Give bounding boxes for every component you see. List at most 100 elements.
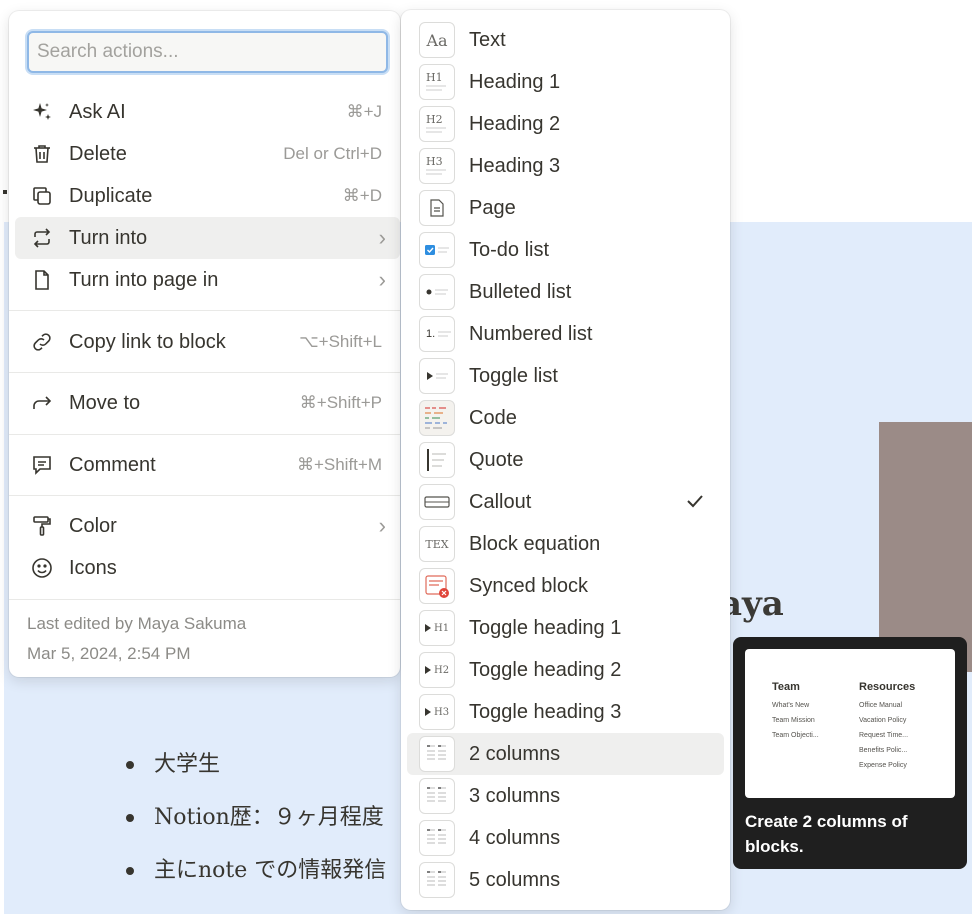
link-icon (27, 327, 57, 357)
smiley-icon (27, 553, 57, 583)
preview-item: Request Time... (859, 732, 909, 739)
columns-preview-tooltip: Team What's New Team Mission Team Object… (733, 637, 967, 869)
menu-divider (9, 372, 400, 373)
menu-item-label: Copy link to block (69, 330, 226, 353)
turn-into-heading-2[interactable]: H2 Heading 2 (407, 103, 724, 145)
turn-into-label: Toggle list (469, 364, 558, 387)
turn-into-submenu: Aa Text H1 Heading 1 H2 Heading 2 H3 Hea… (401, 10, 730, 910)
menu-item-duplicate[interactable]: Duplicate ⌘+D (15, 175, 400, 217)
preview-item: Office Manual (859, 702, 903, 709)
heading-thumb-text: H3 (426, 155, 443, 168)
turn-into-toggle-heading-2[interactable]: H2 Toggle heading 2 (407, 649, 724, 691)
turn-into-quote[interactable]: Quote (407, 439, 724, 481)
sparkle-icon (27, 97, 57, 127)
page-bullet-marker (3, 190, 7, 194)
turn-into-label: Callout (469, 490, 532, 513)
menu-item-comment[interactable]: Comment ⌘+Shift+M (15, 444, 400, 486)
menu-item-label: Color (69, 514, 117, 537)
turn-into-page[interactable]: Page (407, 187, 724, 229)
list-item[interactable]: Notion歴：９ヶ月程度 (124, 797, 386, 850)
tooltip-text: Create 2 columns of blocks. (745, 812, 908, 856)
profile-photo (879, 422, 972, 672)
menu-item-turn-into[interactable]: Turn into › (15, 217, 400, 259)
menu-item-label: Delete (69, 142, 127, 165)
turn-into-label: 5 columns (469, 868, 561, 891)
turn-into-icon (27, 223, 57, 253)
preview-item: Benefits Polic... (859, 747, 908, 754)
shortcut-hint: ⌘+Shift+P (299, 393, 382, 412)
turn-into-label: Quote (469, 448, 524, 471)
turn-into-bulleted-list[interactable]: Bulleted list (407, 271, 724, 313)
checkmark-icon (684, 490, 706, 517)
menu-item-ask-ai[interactable]: Ask AI ⌘+J (15, 91, 400, 133)
menu-item-color[interactable]: Color › (15, 505, 400, 547)
search-actions-field[interactable] (27, 31, 388, 73)
turn-into-label: To-do list (469, 238, 550, 261)
two-columns-thumb-icon (419, 736, 455, 772)
duplicate-icon (27, 181, 57, 211)
turn-into-label: Heading 1 (469, 70, 561, 93)
chevron-right-icon: › (378, 513, 386, 538)
list-item[interactable]: 大学生 (124, 744, 386, 797)
turn-into-label: Numbered list (469, 322, 593, 345)
preview-item: Expense Policy (859, 762, 907, 769)
heading-thumb-text: H1 (434, 622, 450, 634)
preview-item: Team Objecti... (772, 732, 819, 739)
turn-into-numbered-list[interactable]: 1. Numbered list (407, 313, 724, 355)
menu-item-move-to[interactable]: Move to ⌘+Shift+P (15, 382, 400, 424)
turn-into-label: 4 columns (469, 826, 561, 849)
turn-into-block-equation[interactable]: TEX Block equation (407, 523, 724, 565)
shortcut-hint: Del or Ctrl+D (283, 144, 382, 163)
list-item[interactable]: 主にnote での情報発信 (124, 850, 386, 903)
menu-item-label: Icons (69, 556, 117, 579)
five-columns-thumb-icon (419, 862, 455, 898)
turn-into-5-columns[interactable]: 5 columns (407, 859, 724, 901)
menu-divider (9, 495, 400, 496)
menu-item-label: Move to (69, 391, 141, 414)
turn-into-4-columns[interactable]: 4 columns (407, 817, 724, 859)
numbered-thumb-text: 1. (426, 328, 436, 340)
menu-item-icons[interactable]: Icons (15, 547, 400, 589)
turn-into-callout[interactable]: Callout (407, 481, 724, 523)
turn-into-label: Page (469, 196, 516, 219)
menu-divider (9, 310, 400, 311)
turn-into-label: Toggle heading 2 (469, 658, 622, 681)
paint-roller-icon (27, 511, 57, 541)
quote-thumb-icon (419, 442, 455, 478)
menu-divider (9, 599, 400, 600)
last-edited-by: Last edited by Maya Sakuma (27, 614, 247, 633)
turn-into-3-columns[interactable]: 3 columns (407, 775, 724, 817)
bulleted-list-thumb-icon (419, 274, 455, 310)
turn-into-label: Code (469, 406, 517, 429)
turn-into-text[interactable]: Aa Text (407, 19, 724, 61)
menu-item-copy-link[interactable]: Copy link to block ⌥+Shift+L (15, 321, 400, 363)
turn-into-label: Block equation (469, 532, 601, 555)
chevron-right-icon: › (378, 225, 386, 250)
page-thumb-icon (419, 190, 455, 226)
turn-into-heading-3[interactable]: H3 Heading 3 (407, 145, 724, 187)
synced-block-thumb-icon (419, 568, 455, 604)
move-arrow-icon (27, 388, 57, 418)
todo-thumb-icon (419, 232, 455, 268)
turn-into-label: Toggle heading 1 (469, 616, 622, 639)
menu-item-turn-into-page-in[interactable]: Turn into page in › (15, 259, 400, 301)
turn-into-synced-block[interactable]: Synced block (407, 565, 724, 607)
search-actions-input[interactable] (29, 33, 386, 71)
shortcut-hint: ⌘+J (346, 102, 382, 121)
toggle-heading-3-thumb-icon: H3 (419, 694, 455, 730)
menu-item-delete[interactable]: Delete Del or Ctrl+D (15, 133, 400, 175)
turn-into-2-columns[interactable]: 2 columns (407, 733, 724, 775)
turn-into-toggle-heading-3[interactable]: H3 Toggle heading 3 (407, 691, 724, 733)
trash-icon (27, 139, 57, 169)
equation-thumb-icon: TEX (419, 526, 455, 562)
callout-thumb-icon (419, 484, 455, 520)
columns-preview-card: Team What's New Team Mission Team Object… (745, 649, 955, 798)
last-edited-at: Mar 5, 2024, 2:54 PM (27, 644, 191, 663)
turn-into-code[interactable]: Code (407, 397, 724, 439)
turn-into-toggle-heading-1[interactable]: H1 Toggle heading 1 (407, 607, 724, 649)
turn-into-label: 2 columns (469, 742, 561, 765)
turn-into-heading-1[interactable]: H1 Heading 1 (407, 61, 724, 103)
turn-into-todo-list[interactable]: To-do list (407, 229, 724, 271)
turn-into-toggle-list[interactable]: Toggle list (407, 355, 724, 397)
turn-into-label: Toggle heading 3 (469, 700, 622, 723)
